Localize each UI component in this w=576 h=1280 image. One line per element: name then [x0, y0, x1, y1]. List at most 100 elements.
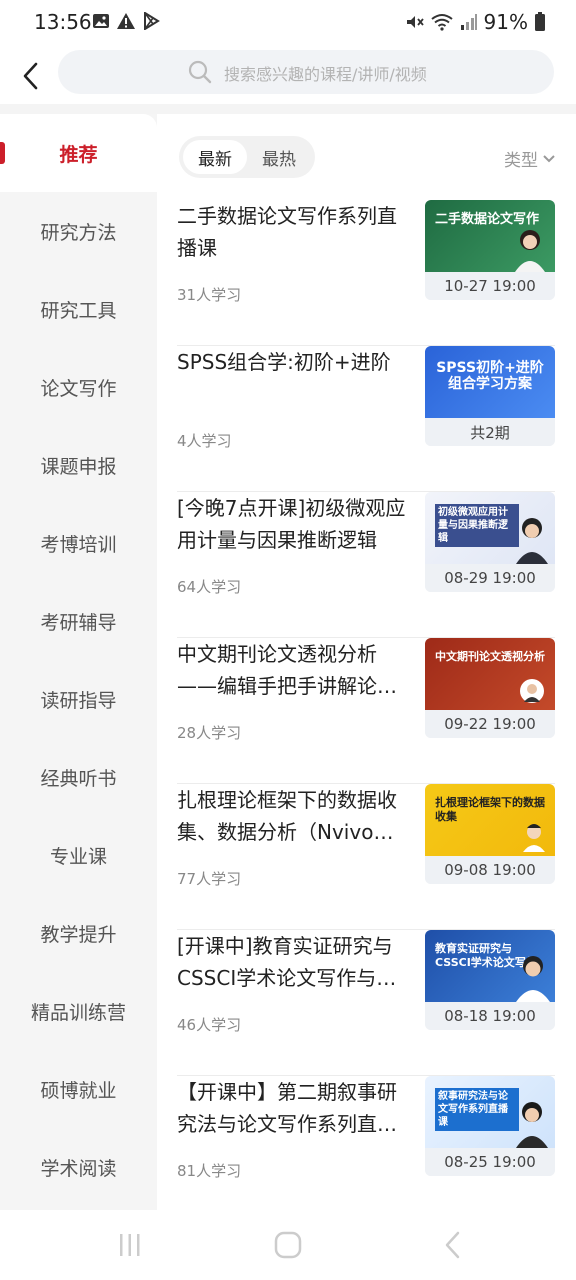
battery-percent: 91%	[483, 10, 528, 34]
course-title: 【开课中】第二期叙事研究法与论文写作系列直播课	[177, 1080, 397, 1136]
course-schedule: 08-25 19:00	[425, 1148, 555, 1176]
course-card[interactable]: [开课中]教育实证研究与CSSCI学术论文写作与发表 46人学习 教育实证研究与…	[177, 930, 555, 1076]
lecturer-avatar-icon	[516, 956, 550, 1002]
nav-back-button[interactable]	[432, 1228, 472, 1262]
search-icon	[188, 60, 212, 84]
sidebar-item-label: 教学提升	[40, 923, 117, 946]
wifi-icon	[430, 13, 454, 31]
sort-newest-tab[interactable]: 最新	[183, 140, 247, 174]
sort-hottest-tab[interactable]: 最热	[247, 140, 311, 174]
sidebar-item-classic-audiobooks[interactable]: 经典听书	[0, 738, 157, 816]
course-list-panel: 最新 最热 类型 二手数据论文写作系列直播课 31人学习 二手数据论文写作 10…	[157, 114, 576, 1222]
nav-back-icon	[445, 1231, 460, 1259]
thumbnail-image: 中文期刊论文透视分析	[425, 638, 555, 710]
play-store-icon	[142, 12, 160, 30]
course-schedule: 09-22 19:00	[425, 710, 555, 738]
header: 搜索感兴趣的课程/讲师/视频	[0, 46, 576, 104]
sidebar-item-label: 读研指导	[40, 689, 117, 712]
course-card[interactable]: 【开课中】第二期叙事研究法与论文写作系列直播课 81人学习 叙事研究法与论文写作…	[177, 1076, 555, 1222]
sidebar-item-label: 经典听书	[40, 767, 117, 790]
home-button[interactable]	[268, 1228, 308, 1262]
course-title: 二手数据论文写作系列直播课	[177, 204, 397, 260]
course-thumbnail: 初级微观应用计量与因果推断逻辑 08-29 19:00	[425, 492, 555, 592]
recent-apps-icon	[120, 1234, 140, 1256]
thumbnail-image: 初级微观应用计量与因果推断逻辑	[425, 492, 555, 564]
sidebar-item-label: 专业课	[49, 845, 107, 868]
sidebar-item-research-methods[interactable]: 研究方法	[0, 192, 157, 270]
thumbnail-text: 中文期刊论文透视分析	[435, 650, 545, 663]
sidebar-item-label: 硕博就业	[40, 1079, 117, 1102]
type-filter-label: 类型	[504, 151, 538, 171]
sidebar-item-label: 学术阅读	[40, 1157, 117, 1180]
course-thumbnail: 二手数据论文写作 10-27 19:00	[425, 200, 555, 300]
learner-count: 64人学习	[177, 578, 242, 596]
sidebar-item-graduate-jobs[interactable]: 硕博就业	[0, 1050, 157, 1128]
status-notification-icons	[92, 12, 160, 30]
recent-apps-button[interactable]	[110, 1228, 150, 1262]
sidebar-item-label: 考研辅导	[40, 611, 117, 634]
course-thumbnail: 中文期刊论文透视分析 09-22 19:00	[425, 638, 555, 738]
lecturer-avatar-icon	[520, 679, 544, 703]
course-card[interactable]: SPSS组合学:初阶+进阶 4人学习 SPSS初阶+进阶 组合学习方案 共2期	[177, 346, 555, 492]
course-card[interactable]: [今晚7点开课]初级微观应用计量与因果推断逻辑 64人学习 初级微观应用计量与因…	[177, 492, 555, 638]
sidebar-item-teaching-improvement[interactable]: 教学提升	[0, 894, 157, 972]
course-title: [开课中]教育实证研究与CSSCI学术论文写作与发表	[177, 934, 397, 990]
sidebar-item-phd-exam[interactable]: 考博培训	[0, 504, 157, 582]
learner-count: 31人学习	[177, 286, 242, 304]
sidebar-item-label: 课题申报	[40, 455, 117, 478]
course-title: [今晚7点开课]初级微观应用计量与因果推断逻辑	[177, 496, 406, 552]
sidebar-item-premium-camp[interactable]: 精品训练营	[0, 972, 157, 1050]
sidebar-item-research-tools[interactable]: 研究工具	[0, 270, 157, 348]
chevron-down-icon	[542, 154, 556, 164]
course-thumbnail: 教育实证研究与CSSCI学术论文写作 08-18 19:00	[425, 930, 555, 1030]
signal-icon	[460, 13, 478, 31]
sidebar-item-label: 研究工具	[40, 299, 117, 322]
sidebar-item-project-application[interactable]: 课题申报	[0, 426, 157, 504]
home-icon	[274, 1231, 302, 1259]
lecturer-avatar-icon	[515, 230, 545, 272]
sidebar-item-label: 研究方法	[40, 221, 117, 244]
status-system-icons: 91%	[404, 10, 546, 34]
back-button[interactable]	[12, 54, 48, 98]
course-card[interactable]: 扎根理论框架下的数据收集、数据分析（Nvivo使用）及学术写作 77人学习 扎根…	[177, 784, 555, 930]
warning-icon	[116, 12, 136, 30]
search-input[interactable]: 搜索感兴趣的课程/讲师/视频	[58, 50, 554, 94]
sidebar-item-major-courses[interactable]: 专业课	[0, 816, 157, 894]
course-schedule: 08-29 19:00	[425, 564, 555, 592]
sidebar-item-academic-reading[interactable]: 学术阅读	[0, 1128, 157, 1206]
search-placeholder: 搜索感兴趣的课程/讲师/视频	[224, 65, 427, 84]
course-sessions: 共2期	[425, 418, 555, 446]
image-icon	[92, 12, 110, 30]
sidebar-item-grad-guidance[interactable]: 读研指导	[0, 660, 157, 738]
thumbnail-image: SPSS初阶+进阶 组合学习方案	[425, 346, 555, 418]
sidebar-item-masters-exam[interactable]: 考研辅导	[0, 582, 157, 660]
category-sidebar: 推荐 研究方法 研究工具 论文写作 课题申报 考博培训 考研辅导 读研指导 经典…	[0, 114, 157, 1210]
thumbnail-text: 扎根理论框架下的数据收集	[435, 796, 545, 823]
course-title: 中文期刊论文透视分析——编辑手把手讲解论文写作	[177, 642, 397, 698]
learner-count: 28人学习	[177, 724, 242, 742]
course-thumbnail: 扎根理论框架下的数据收集 09-08 19:00	[425, 784, 555, 884]
course-schedule: 08-18 19:00	[425, 1002, 555, 1030]
lecturer-avatar-icon	[516, 518, 548, 564]
thumbnail-image: 扎根理论框架下的数据收集	[425, 784, 555, 856]
sidebar-item-label: 论文写作	[40, 377, 117, 400]
course-schedule: 09-08 19:00	[425, 856, 555, 884]
back-arrow-icon	[23, 62, 38, 90]
status-bar: 13:56 91%	[0, 0, 576, 46]
thumbnail-image: 教育实证研究与CSSCI学术论文写作	[425, 930, 555, 1002]
learner-count: 4人学习	[177, 432, 232, 450]
thumbnail-image: 叙事研究法与论文写作系列直播课	[425, 1076, 555, 1148]
sidebar-item-label: 考博培训	[40, 533, 117, 556]
status-time: 13:56	[34, 10, 92, 34]
sidebar-item-recommend[interactable]: 推荐	[0, 114, 157, 192]
type-filter-dropdown[interactable]: 类型	[504, 146, 556, 171]
course-title: 扎根理论框架下的数据收集、数据分析（Nvivo使用）及学术写作	[177, 788, 397, 844]
sidebar-item-paper-writing[interactable]: 论文写作	[0, 348, 157, 426]
mute-icon	[404, 13, 424, 31]
header-divider	[0, 104, 576, 114]
course-card[interactable]: 中文期刊论文透视分析——编辑手把手讲解论文写作 28人学习 中文期刊论文透视分析…	[177, 638, 555, 784]
course-thumbnail: 叙事研究法与论文写作系列直播课 08-25 19:00	[425, 1076, 555, 1176]
learner-count: 77人学习	[177, 870, 242, 888]
course-card[interactable]: 二手数据论文写作系列直播课 31人学习 二手数据论文写作 10-27 19:00	[177, 200, 555, 346]
learner-count: 81人学习	[177, 1162, 242, 1180]
